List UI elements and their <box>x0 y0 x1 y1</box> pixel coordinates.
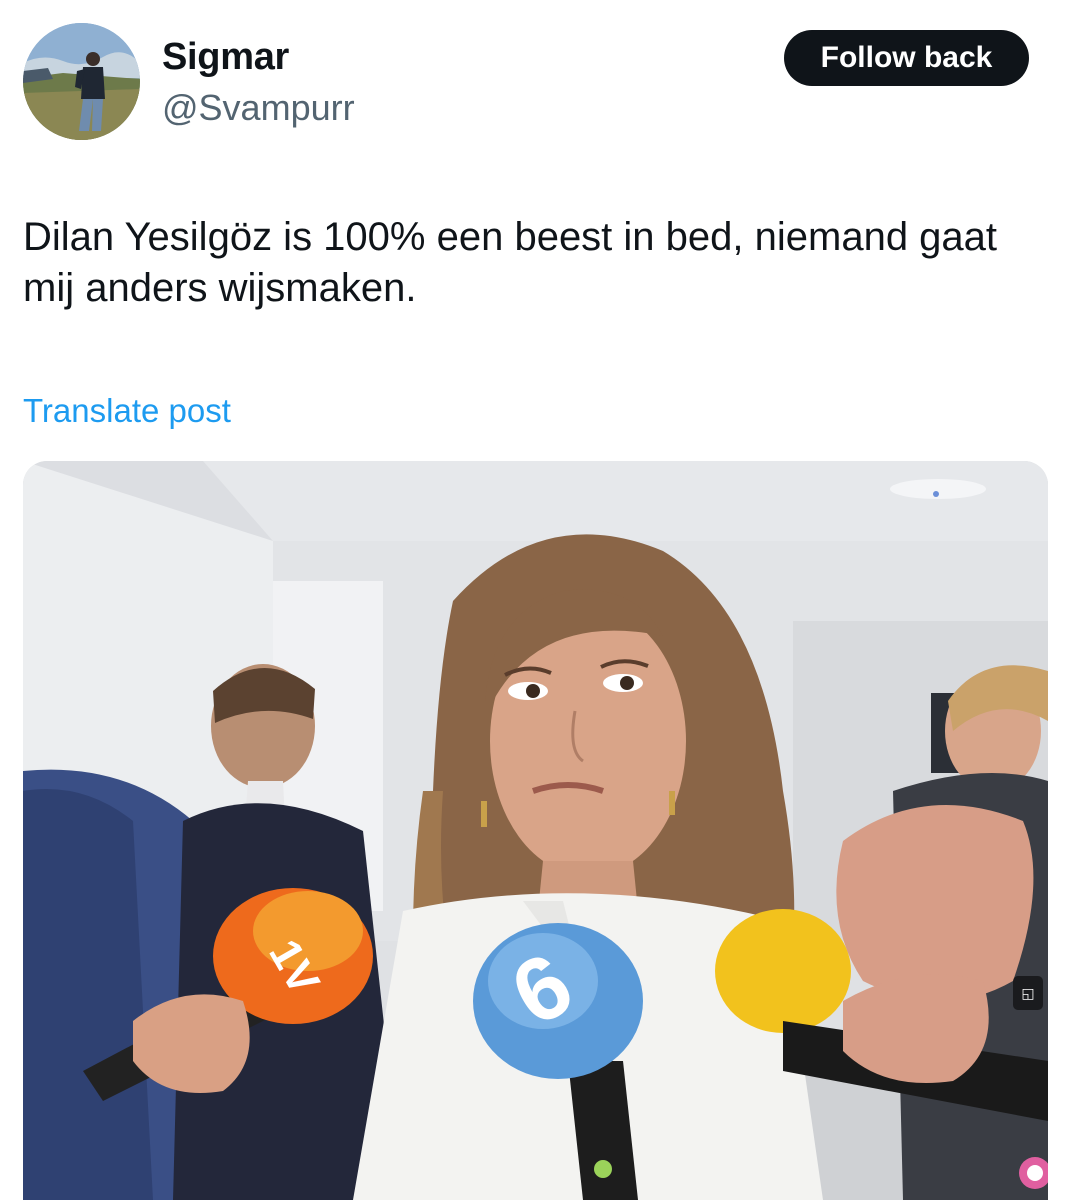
avatar-image <box>23 23 140 140</box>
author-name[interactable]: Sigmar <box>162 36 289 79</box>
author-handle[interactable]: @Svampurr <box>162 87 355 129</box>
photo-illustration: 1V 6 <box>23 461 1048 1200</box>
translate-post-link[interactable]: Translate post <box>23 392 231 430</box>
post-text: Dilan Yesilgöz is 100% een beest in bed,… <box>23 215 998 310</box>
post-card: Sigmar @Svampurr Follow back Dilan Yesil… <box>0 0 1071 1200</box>
alt-badge-icon[interactable]: ◱ <box>1013 976 1043 1010</box>
follow-back-button[interactable]: Follow back <box>784 30 1029 86</box>
post-media-image[interactable]: 1V 6 <box>23 461 1048 1200</box>
avatar[interactable] <box>23 23 140 140</box>
